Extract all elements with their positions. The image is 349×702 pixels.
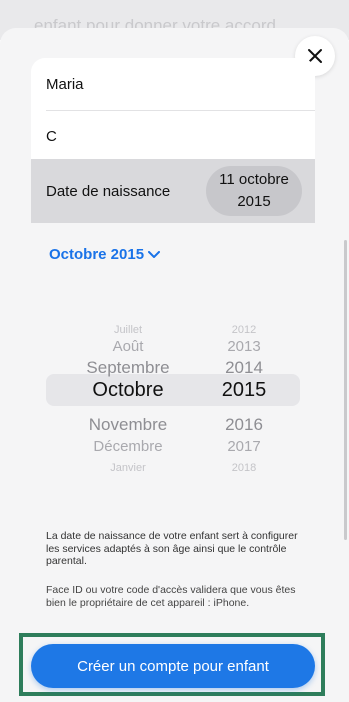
date-wheel-picker[interactable]: Juillet Août Septembre Octobre Novembre Décem… — [46, 310, 300, 474]
picker-year-item[interactable]: 2015 — [208, 374, 280, 406]
birthdate-row[interactable]: Date de naissance 11 octobre 2015 — [31, 159, 315, 223]
month-year-selector[interactable]: Octobre 2015 — [49, 246, 161, 263]
scrollbar[interactable] — [344, 240, 347, 540]
child-info-form: Maria C Date de naissance 11 octobre 201… — [31, 58, 315, 223]
picker-month-item[interactable]: Décembre — [54, 433, 202, 460]
face-id-info-text: Face ID ou votre code d'accès validera q… — [46, 584, 296, 609]
create-child-account-button[interactable]: Créer un compte pour enfant — [31, 644, 315, 688]
chevron-down-icon — [148, 250, 161, 258]
month-year-label: Octobre 2015 — [49, 246, 145, 263]
birthdate-day-month: 11 octobre — [219, 171, 289, 188]
picker-month-item[interactable]: Octobre — [54, 374, 202, 406]
birthdate-year: 2015 — [237, 193, 271, 210]
birthdate-label: Date de naissance — [46, 182, 171, 200]
last-name-value: C — [46, 127, 57, 145]
first-name-value: Maria — [46, 75, 84, 93]
first-name-field[interactable]: Maria — [31, 58, 315, 110]
birthdate-value-pill[interactable]: 11 octobre 2015 — [206, 166, 302, 216]
picker-year-item[interactable]: 2017 — [208, 433, 280, 460]
last-name-field[interactable]: C — [31, 110, 315, 162]
birthdate-info-text: La date de naissance de votre enfant ser… — [46, 530, 298, 567]
picker-month-item[interactable]: Janvier — [54, 457, 202, 480]
create-child-account-label: Créer un compte pour enfant — [77, 657, 269, 675]
picker-year-item[interactable]: 2018 — [208, 457, 280, 480]
